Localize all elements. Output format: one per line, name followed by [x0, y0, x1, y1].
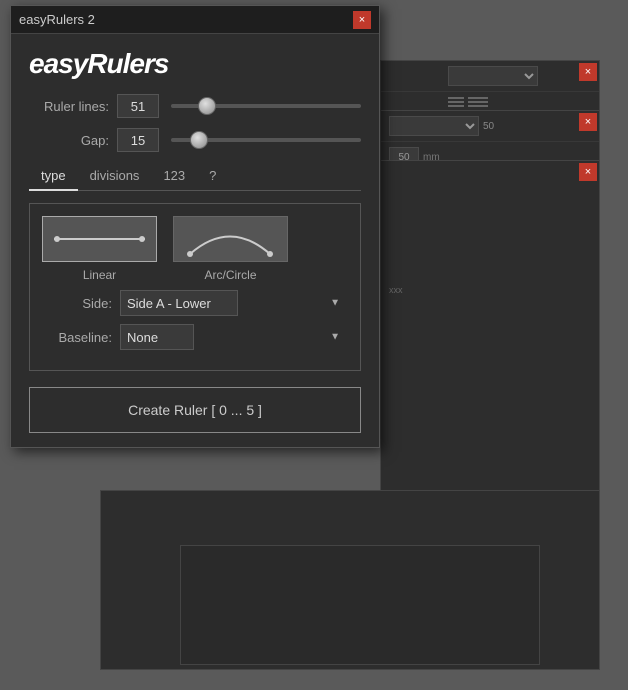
ruler-lines-input[interactable] — [117, 94, 159, 118]
linear-line — [54, 238, 144, 240]
side-dropdown-arrow: ▼ — [330, 298, 340, 309]
bg-dropdown-1[interactable] — [448, 66, 538, 86]
bg-row-3: 50 — [381, 111, 599, 142]
baseline-dropdown-wrapper: None Top Middle Bottom ▼ — [120, 324, 348, 350]
linear-preview — [42, 216, 157, 262]
tab-bar: type divisions 123 ? — [29, 162, 361, 191]
bg-dropdown-2[interactable] — [389, 116, 479, 136]
window-title: easyRulers 2 — [19, 12, 95, 27]
gap-input[interactable] — [117, 128, 159, 152]
logo-area: easyRulers — [29, 48, 361, 80]
ruler-option-linear[interactable]: Linear — [42, 216, 157, 282]
logo: easyRulers — [29, 48, 168, 79]
linear-dot-left — [54, 236, 60, 242]
ruler-lines-slider-thumb[interactable] — [198, 97, 216, 115]
ruler-options: Linear Arc/Circle — [42, 216, 348, 282]
linear-label: Linear — [83, 268, 116, 282]
side-row: Side: Side A - Lower Side A - Upper Side… — [42, 290, 348, 316]
logo-easy: easy — [29, 48, 87, 79]
side-label: Side: — [42, 296, 112, 311]
ruler-lines-label: Ruler lines: — [29, 99, 109, 114]
side-dropdown[interactable]: Side A - Lower Side A - Upper Side B - L… — [120, 290, 238, 316]
dialog-body: easyRulers Ruler lines: Gap: type divisi… — [11, 34, 379, 447]
gap-row: Gap: — [29, 128, 361, 152]
window-close-button[interactable]: × — [353, 11, 371, 29]
arc-shape — [185, 219, 275, 259]
logo-rulers: Rulers — [87, 48, 168, 79]
tab-divisions[interactable]: divisions — [78, 162, 152, 191]
bg-bottom-inner-panel — [180, 545, 540, 665]
gap-label: Gap: — [29, 133, 109, 148]
tab-type[interactable]: type — [29, 162, 78, 191]
bg-close-1[interactable]: × — [579, 63, 597, 81]
title-bar: easyRulers 2 × — [11, 6, 379, 34]
type-content-area: Linear Arc/Circle — [29, 203, 361, 371]
arc-preview — [173, 216, 288, 262]
tab-123[interactable]: 123 — [151, 162, 197, 191]
create-ruler-button[interactable]: Create Ruler [ 0 ... 5 ] — [29, 387, 361, 433]
baseline-dropdown[interactable]: None Top Middle Bottom — [120, 324, 194, 350]
bg-close-3[interactable]: × — [579, 163, 597, 181]
gap-slider-thumb[interactable] — [190, 131, 208, 149]
arc-label: Arc/Circle — [204, 268, 256, 282]
side-dropdown-wrapper: Side A - Lower Side A - Upper Side B - L… — [120, 290, 348, 316]
baseline-dropdown-arrow: ▼ — [330, 332, 340, 343]
gap-slider-track[interactable] — [171, 138, 361, 142]
bg-close-2[interactable]: × — [579, 113, 597, 131]
ruler-option-arc[interactable]: Arc/Circle — [173, 216, 288, 282]
main-dialog: easyRulers 2 × easyRulers Ruler lines: G… — [10, 5, 380, 448]
tab-help[interactable]: ? — [197, 162, 228, 191]
ruler-lines-slider-track[interactable] — [171, 104, 361, 108]
bg-row-1 — [381, 61, 599, 92]
baseline-row: Baseline: None Top Middle Bottom ▼ — [42, 324, 348, 350]
linear-dot-right — [139, 236, 145, 242]
ruler-lines-row: Ruler lines: — [29, 94, 361, 118]
baseline-label: Baseline: — [42, 330, 112, 345]
arc-svg — [185, 219, 275, 259]
